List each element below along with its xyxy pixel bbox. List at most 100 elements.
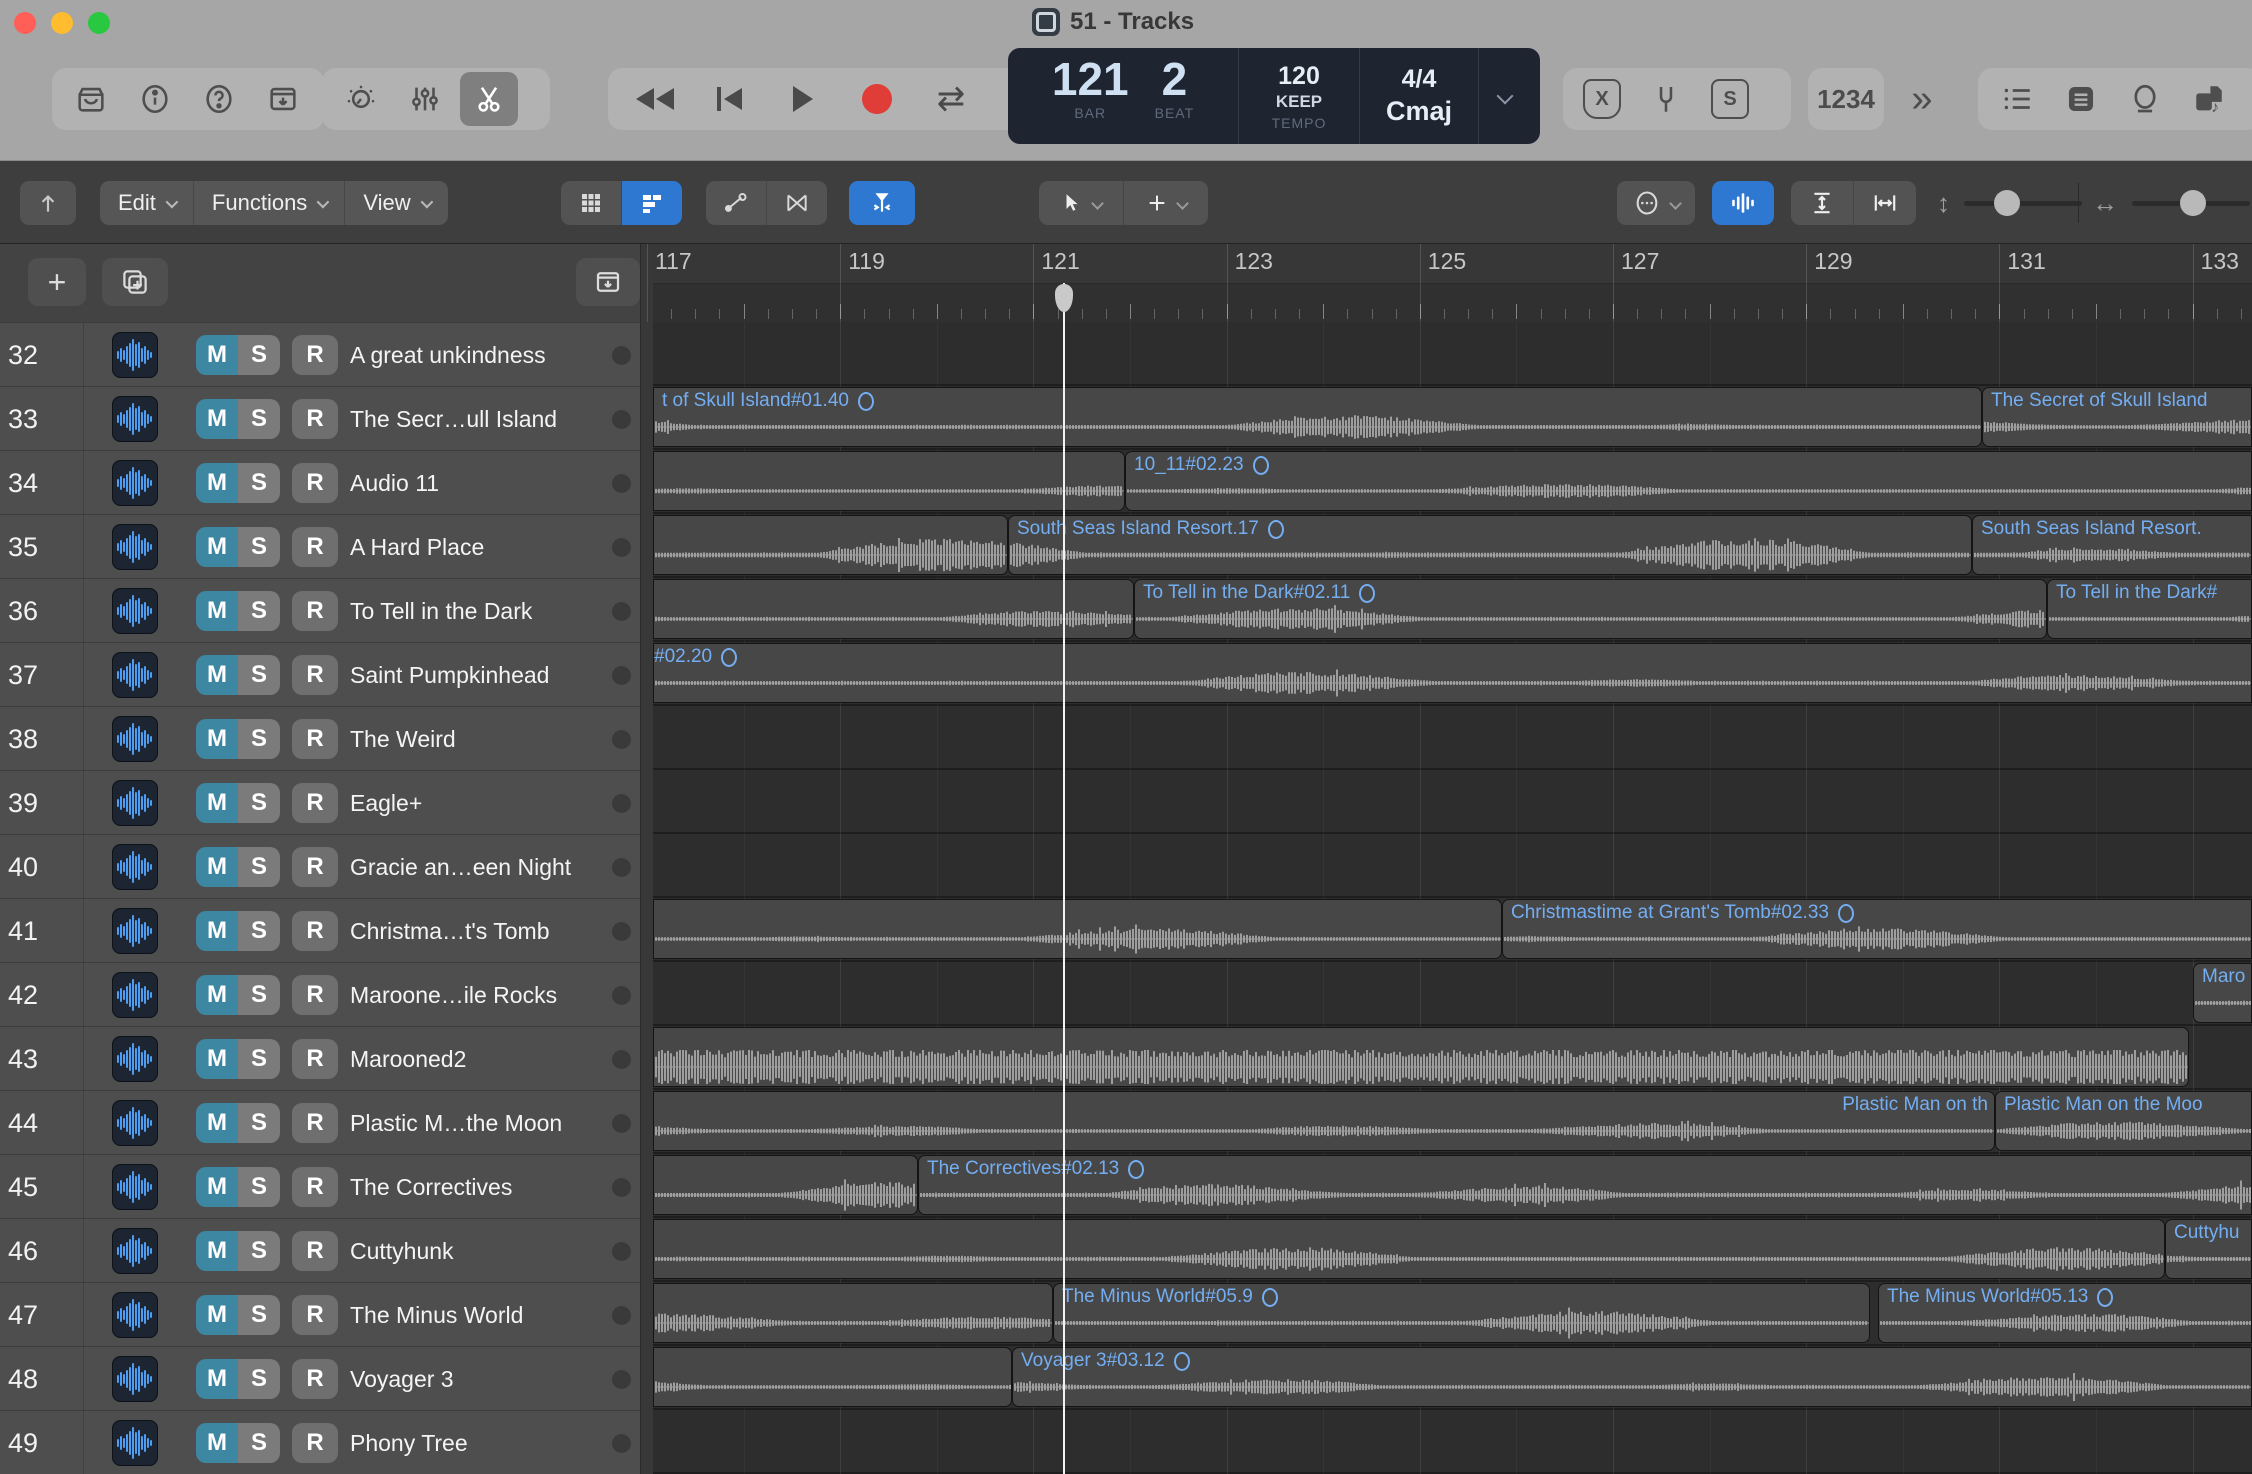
view-menu[interactable]: View — [345, 181, 447, 225]
track-header-row[interactable]: 33MSRThe Secr…ull Island — [0, 386, 640, 451]
record-enable-button[interactable]: R — [292, 1231, 338, 1271]
mixer-icon[interactable] — [396, 72, 454, 126]
horizontal-zoom-slider[interactable] — [2132, 201, 2250, 206]
record-enable-button[interactable]: R — [292, 1423, 338, 1463]
record-enable-button[interactable]: R — [292, 911, 338, 951]
mute-button[interactable]: M — [196, 1295, 238, 1335]
track-header-row[interactable]: 43MSRMarooned2 — [0, 1026, 640, 1091]
catch-playhead-button[interactable] — [849, 181, 915, 225]
track-header-row[interactable]: 32MSRA great unkindness — [0, 322, 640, 387]
functions-menu[interactable]: Functions — [194, 181, 345, 225]
count-in-button[interactable]: 1234 — [1808, 68, 1884, 130]
audio-region[interactable]: Plastic Man on the Moo — [1995, 1091, 2252, 1151]
grid-view-button[interactable] — [561, 181, 622, 225]
solo-button[interactable]: S — [238, 399, 280, 439]
quick-help-icon[interactable] — [190, 72, 248, 126]
audio-region[interactable]: To Tell in the Dark# — [2047, 579, 2252, 639]
record-enable-button[interactable]: R — [292, 719, 338, 759]
mute-button[interactable]: M — [196, 719, 238, 759]
solo-button[interactable]: S — [238, 591, 280, 631]
smart-controls-icon[interactable] — [332, 72, 390, 126]
mute-button[interactable]: M — [196, 1231, 238, 1271]
record-enable-button[interactable]: R — [292, 1359, 338, 1399]
mute-button[interactable]: M — [196, 847, 238, 887]
record-enable-button[interactable]: R — [292, 591, 338, 631]
library-icon[interactable] — [62, 72, 120, 126]
mute-button[interactable]: M — [196, 911, 238, 951]
lcd-options-chevron[interactable] — [1478, 48, 1531, 144]
close-window-button[interactable] — [14, 12, 36, 34]
arrange-track-lane[interactable] — [653, 322, 2252, 386]
record-enable-button[interactable]: R — [292, 783, 338, 823]
audio-region[interactable]: t of Skull Island#01.40 — [653, 387, 1982, 447]
autopunch-icon[interactable]: X — [1573, 72, 1631, 126]
lcd-position[interactable]: 121 BAR 2 BEAT — [1008, 48, 1238, 144]
track-header-row[interactable]: 37MSRSaint Pumpkinhead — [0, 642, 640, 707]
record-enable-button[interactable]: R — [292, 1039, 338, 1079]
minimize-window-button[interactable] — [51, 12, 73, 34]
horizontal-auto-zoom-button[interactable] — [1854, 181, 1916, 225]
track-header-row[interactable]: 49MSRPhony Tree — [0, 1410, 640, 1474]
audio-region[interactable]: #02.20 — [653, 643, 2252, 703]
solo-button[interactable]: S — [238, 719, 280, 759]
add-track-button[interactable]: + — [28, 258, 86, 306]
horizontal-zoom-slider-knob[interactable] — [2180, 190, 2206, 216]
audio-region[interactable]: Voyager 3#03.12 — [1012, 1347, 2252, 1407]
audio-region[interactable] — [653, 1283, 1053, 1343]
toolbar-toggle-icon[interactable] — [254, 72, 312, 126]
edit-menu[interactable]: Edit — [100, 181, 194, 225]
solo-button[interactable]: S — [238, 783, 280, 823]
list-editors-icon[interactable] — [1988, 72, 2046, 126]
record-enable-button[interactable]: R — [292, 399, 338, 439]
record-enable-button[interactable]: R — [292, 655, 338, 695]
solo-button[interactable]: S — [238, 527, 280, 567]
solo-button[interactable]: S — [238, 1231, 280, 1271]
record-enable-button[interactable]: R — [292, 847, 338, 887]
audio-region[interactable]: Plastic Man on th — [653, 1091, 1995, 1151]
mute-button[interactable]: M — [196, 783, 238, 823]
track-header-row[interactable]: 35MSRA Hard Place — [0, 514, 640, 579]
track-header-row[interactable]: 41MSRChristma…t's Tomb — [0, 898, 640, 963]
hide-tracks-button[interactable] — [576, 258, 640, 306]
audio-region[interactable] — [653, 515, 1008, 575]
solo-button[interactable]: S — [238, 1167, 280, 1207]
mute-button[interactable]: M — [196, 1423, 238, 1463]
go-to-beginning-button[interactable] — [692, 72, 766, 126]
audio-region[interactable] — [653, 1347, 1012, 1407]
audio-region[interactable]: The Minus World#05.9 — [1053, 1283, 1870, 1343]
track-header-row[interactable]: 46MSRCuttyhunk — [0, 1218, 640, 1283]
solo-button[interactable]: S — [238, 335, 280, 375]
vertical-auto-zoom-button[interactable] — [1791, 181, 1854, 225]
record-button[interactable] — [840, 72, 914, 126]
arrange-track-lane[interactable] — [653, 706, 2252, 770]
solo-button[interactable]: S — [238, 1103, 280, 1143]
loop-browser-icon[interactable] — [2116, 72, 2174, 126]
mute-button[interactable]: M — [196, 463, 238, 503]
mute-button[interactable]: M — [196, 591, 238, 631]
audio-region[interactable]: Christmastime at Grant's Tomb#02.33 — [1502, 899, 2252, 959]
arrange-track-lane[interactable] — [653, 834, 2252, 898]
audio-region[interactable]: Cuttyhu — [2165, 1219, 2252, 1279]
mute-button[interactable]: M — [196, 655, 238, 695]
record-enable-button[interactable]: R — [292, 463, 338, 503]
audio-region[interactable] — [653, 451, 1125, 511]
audio-region[interactable] — [653, 1027, 2189, 1087]
solo-button[interactable]: S — [238, 1295, 280, 1335]
arrange-track-lane[interactable] — [653, 1410, 2252, 1474]
track-header-row[interactable]: 38MSRThe Weird — [0, 706, 640, 771]
mute-button[interactable]: M — [196, 399, 238, 439]
audio-region[interactable]: Maro — [2193, 963, 2252, 1023]
waveform-zoom-button[interactable] — [1712, 181, 1774, 225]
mute-button[interactable]: M — [196, 527, 238, 567]
track-header-row[interactable]: 40MSRGracie an…een Night — [0, 834, 640, 899]
record-enable-button[interactable]: R — [292, 1295, 338, 1335]
audio-region[interactable] — [653, 579, 1134, 639]
mute-button[interactable]: M — [196, 1167, 238, 1207]
audio-region[interactable]: The Correctives#02.13 — [918, 1155, 2252, 1215]
mute-button[interactable]: M — [196, 975, 238, 1015]
bar-ruler[interactable]: 117119121123125127129131133 — [653, 244, 2252, 324]
solo-button[interactable]: S — [238, 975, 280, 1015]
go-up-hierarchy-button[interactable] — [20, 181, 76, 225]
track-header-row[interactable]: 34MSRAudio 11 — [0, 450, 640, 515]
track-header-row[interactable]: 42MSRMaroone…ile Rocks — [0, 962, 640, 1027]
